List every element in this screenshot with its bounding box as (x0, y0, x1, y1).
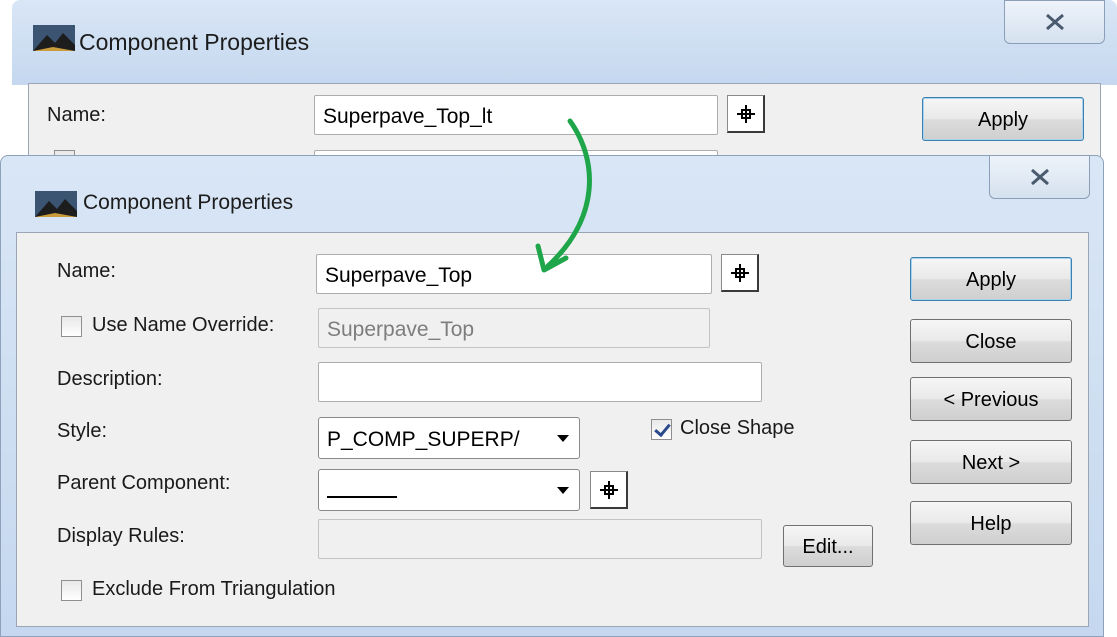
annotation-arrow (535, 118, 592, 273)
